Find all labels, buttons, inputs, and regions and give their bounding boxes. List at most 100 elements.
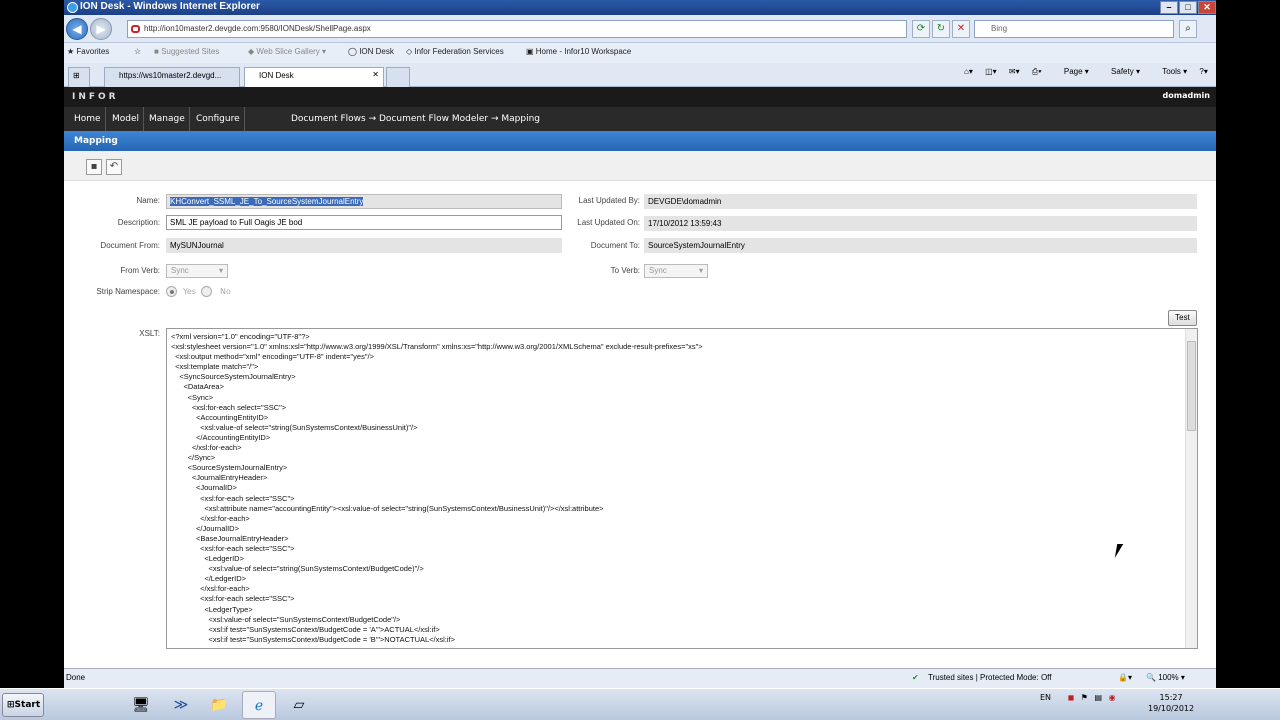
address-input[interactable]: http://ion10master2.devgde.com:9580/IOND…	[127, 20, 907, 38]
new-tab-button[interactable]	[386, 67, 410, 87]
system-tray: EN ◼ ⚑ ▤ ◉	[1040, 693, 1116, 702]
zone-text[interactable]: Trusted sites | Protected Mode: Off	[928, 673, 1051, 682]
security-icon[interactable]: 🔒▾	[1118, 673, 1132, 682]
window-title: ION Desk - Windows Internet Explorer	[80, 1, 260, 12]
infor-header: INFOR domadmin	[64, 87, 1216, 107]
compat-icon[interactable]: ⟳	[912, 20, 930, 38]
desktop: ION Desk - Windows Internet Explorer – □…	[0, 0, 1280, 720]
document-from-value: MySUNJournal	[166, 238, 562, 253]
tab-ws10master[interactable]: https://ws10master2.devgd...	[104, 67, 240, 87]
fav-infor-federation[interactable]: ◇ Infor Federation Services	[406, 47, 504, 56]
close-button[interactable]: ✕	[1198, 1, 1216, 14]
tab-close-icon[interactable]: ✕	[372, 70, 379, 79]
search-input[interactable]: Bing	[974, 20, 1174, 38]
ie-icon	[67, 2, 78, 13]
maximize-button[interactable]: □	[1179, 1, 1197, 14]
fav-suggested-sites[interactable]: ■ Suggested Sites	[154, 47, 219, 56]
breadcrumb: Document Flows → Document Flow Modeler →…	[291, 114, 541, 124]
status-bar: Done ✔ Trusted sites | Protected Mode: O…	[64, 668, 1216, 688]
feeds-icon[interactable]: ◫▾	[985, 67, 997, 76]
menu-home[interactable]: Home	[70, 107, 106, 131]
browser-window: ION Desk - Windows Internet Explorer – □…	[64, 0, 1216, 688]
undo-icon[interactable]: ↶	[106, 159, 122, 175]
quick-tabs-icon[interactable]: ⊞	[68, 67, 90, 87]
add-favorite-icon[interactable]: ☆	[134, 47, 141, 56]
address-bar-row: ◀ ▶ http://ion10master2.devgde.com:9580/…	[64, 15, 1216, 43]
back-icon[interactable]: ◀	[66, 18, 88, 40]
help-icon[interactable]: ?▾	[1199, 67, 1207, 76]
forward-icon[interactable]: ▶	[90, 18, 112, 40]
print-icon[interactable]: ⎙▾	[1032, 67, 1042, 76]
site-favicon-icon	[131, 25, 140, 33]
server-manager-icon[interactable]: 🖥	[124, 691, 158, 719]
internet-explorer-icon[interactable]: ℯ	[242, 691, 276, 719]
strip-yes-radio[interactable]	[166, 286, 177, 297]
favorites-button[interactable]: ★ Favorites	[67, 47, 109, 56]
menu-configure[interactable]: Configure	[192, 107, 245, 131]
command-bar: ⌂▾ ◫▾ ✉▾ ⎙▾ Page ▾ Safety ▾ Tools ▾ ?▾	[954, 67, 1208, 77]
from-verb-select[interactable]: Sync	[166, 264, 228, 278]
save-icon[interactable]: ▪	[86, 159, 102, 175]
fav-web-slice-gallery[interactable]: ◆ Web Slice Gallery ▾	[248, 47, 326, 56]
strip-yes-label: Yes	[183, 287, 196, 296]
to-verb-label: To Verb:	[610, 266, 640, 275]
strip-no-radio[interactable]	[201, 286, 212, 297]
from-verb-label: From Verb:	[120, 266, 160, 275]
xslt-editor[interactable]: <?xml version="1.0" encoding="UTF-8"?> <…	[166, 328, 1198, 649]
start-button[interactable]: ⊞Start	[2, 693, 44, 717]
refresh-icon[interactable]: ↻	[932, 20, 950, 38]
fav-ion-desk[interactable]: ◯ ION Desk	[348, 47, 394, 56]
to-verb-select[interactable]: Sync	[644, 264, 708, 278]
menu-manage[interactable]: Manage	[145, 107, 190, 131]
explorer-icon[interactable]: 📁	[202, 691, 236, 719]
search-icon[interactable]: ⌕	[1179, 20, 1197, 38]
volume-icon[interactable]: ◉	[1109, 693, 1116, 702]
notepad-icon[interactable]: ▱	[282, 691, 316, 719]
strip-no-label: No	[220, 287, 231, 296]
mail-icon[interactable]: ✉▾	[1009, 67, 1020, 76]
xslt-label: XSLT:	[139, 329, 160, 338]
strip-namespace-label: Strip Namespace:	[96, 287, 160, 296]
document-to-value: SourceSystemJournalEntry	[644, 238, 1197, 253]
tab-ion-desk[interactable]: ION Desk ✕	[244, 67, 384, 87]
xslt-scrollbar[interactable]	[1185, 329, 1197, 648]
last-updated-on-label: Last Updated On:	[577, 218, 640, 227]
zoom-control[interactable]: 🔍 100% ▾	[1146, 673, 1185, 682]
menu-model[interactable]: Model	[108, 107, 145, 131]
clock[interactable]: 15:27 19/10/2012	[1148, 692, 1194, 714]
flag-icon[interactable]: ⚑	[1081, 693, 1088, 702]
mapping-form: Name: KHConvert_SSML_JE_To_SourceSystemJ…	[64, 181, 1216, 668]
home-icon[interactable]: ⌂▾	[964, 67, 973, 76]
tools-menu[interactable]: Tools ▾	[1152, 67, 1187, 76]
title-bar: ION Desk - Windows Internet Explorer – □…	[64, 0, 1216, 15]
powershell-icon[interactable]: ≫	[164, 691, 198, 719]
last-updated-on-value: 17/10/2012 13:59:43	[644, 216, 1197, 231]
page-menu[interactable]: Page ▾	[1054, 67, 1089, 76]
check-icon: ✔	[912, 673, 919, 682]
language-indicator[interactable]: EN	[1040, 693, 1051, 702]
test-button[interactable]: Test	[1168, 310, 1197, 326]
clock-date: 19/10/2012	[1148, 704, 1195, 713]
fav-home-workspace[interactable]: ▣ Home - Infor10 Workspace	[526, 47, 631, 56]
document-from-label: Document From:	[100, 241, 160, 250]
name-field[interactable]: KHConvert_SSML_JE_To_SourceSystemJournal…	[166, 194, 562, 209]
description-label: Description:	[117, 218, 160, 227]
toolbar: ▪ ↶	[64, 151, 1216, 181]
app-menu-bar: Home Model Manage Configure Document Flo…	[64, 107, 1216, 131]
status-text: Done	[66, 673, 86, 682]
favorites-bar: ★ Favorites ☆ ■ Suggested Sites ◆ Web Sl…	[64, 43, 1216, 63]
last-updated-by-label: Last Updated By:	[578, 196, 640, 205]
section-title: Mapping	[64, 131, 1216, 151]
safety-menu[interactable]: Safety ▾	[1101, 67, 1140, 76]
stop-icon[interactable]: ✕	[952, 20, 970, 38]
minimize-button[interactable]: –	[1160, 1, 1178, 14]
user-name[interactable]: domadmin	[1163, 91, 1210, 100]
network-icon[interactable]: ▤	[1095, 693, 1103, 702]
description-field[interactable]: SML JE payload to Full Oagis JE bod	[166, 215, 562, 230]
last-updated-by-value: DEVGDE\domadmin	[644, 194, 1197, 209]
xslt-scroll-thumb[interactable]	[1187, 341, 1196, 431]
taskbar: ⊞Start 🖥 ≫ 📁 ℯ ▱ EN ◼ ⚑ ▤ ◉ 15:27 19/10/…	[0, 688, 1280, 720]
name-label: Name:	[136, 196, 160, 205]
address-text: http://ion10master2.devgde.com:9580/IOND…	[144, 24, 371, 33]
acrobat-icon[interactable]: ◼	[1068, 693, 1075, 702]
